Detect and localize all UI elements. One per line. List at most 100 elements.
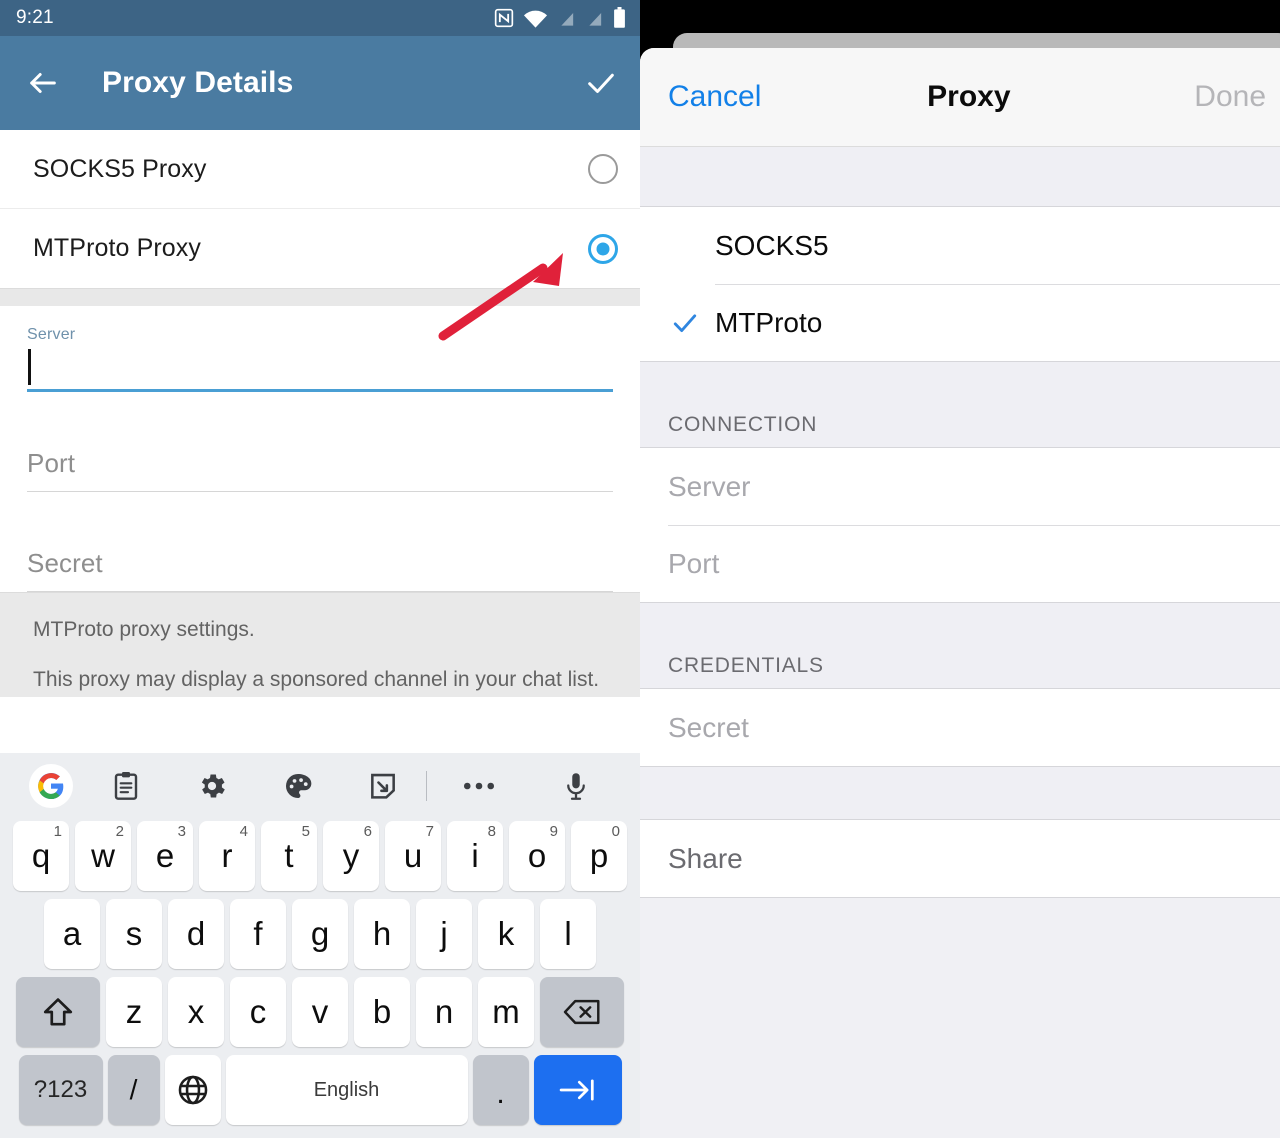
key-a[interactable]: a: [44, 899, 100, 969]
key-d[interactable]: d: [168, 899, 224, 969]
confirm-check-icon[interactable]: [584, 66, 618, 100]
key-e[interactable]: 3e: [137, 821, 193, 891]
ios-option-socks5[interactable]: SOCKS5: [640, 207, 1280, 284]
clipboard-icon[interactable]: [84, 770, 170, 802]
period-key[interactable]: .: [472, 1055, 529, 1125]
back-arrow-icon[interactable]: [26, 66, 60, 100]
key-label: r: [221, 837, 233, 874]
key-o[interactable]: 9o: [509, 821, 565, 891]
backspace-key[interactable]: [540, 977, 624, 1047]
key-j[interactable]: j: [416, 899, 472, 969]
port-placeholder: Port: [27, 448, 76, 478]
space-key[interactable]: English: [225, 1055, 468, 1125]
status-bar-icons: [494, 7, 626, 29]
option-label: SOCKS5: [715, 229, 829, 261]
key-label: t: [284, 837, 294, 874]
key-f[interactable]: f: [230, 899, 286, 969]
key-z[interactable]: z: [106, 977, 162, 1047]
keyboard-row-3: z x c v b n m: [3, 977, 637, 1047]
globe-icon: [178, 1075, 207, 1105]
credentials-section-header-area: CREDENTIALS: [640, 603, 1280, 688]
key-w[interactable]: 2w: [75, 821, 131, 891]
wifi-icon: [523, 10, 548, 28]
key-c[interactable]: c: [230, 977, 286, 1047]
key-l[interactable]: l: [540, 899, 596, 969]
cancel-button[interactable]: Cancel: [668, 80, 761, 114]
section-divider: [0, 288, 640, 306]
text-caret: [28, 349, 31, 385]
key-r[interactable]: 4r: [199, 821, 255, 891]
key-x[interactable]: x: [168, 977, 224, 1047]
check-icon: [673, 313, 697, 332]
app-bar: Proxy Details: [0, 36, 640, 130]
connection-group: Server Port: [640, 447, 1280, 603]
key-i[interactable]: 8i: [447, 821, 503, 891]
port-input[interactable]: Port: [27, 392, 613, 492]
key-g[interactable]: g: [292, 899, 348, 969]
symbols-key[interactable]: ?123: [18, 1055, 103, 1125]
key-y[interactable]: 6y: [323, 821, 379, 891]
key-q[interactable]: 1q: [13, 821, 69, 891]
key-s[interactable]: s: [106, 899, 162, 969]
proxy-help-note: MTProto proxy settings. This proxy may d…: [0, 592, 640, 697]
radio-button-mtproto[interactable]: [588, 233, 618, 264]
section-gap: [640, 147, 1280, 206]
key-label: e: [155, 837, 175, 874]
secret-placeholder: Secret: [27, 548, 103, 578]
key-number-hint: 5: [301, 823, 310, 840]
palette-icon[interactable]: [255, 770, 341, 802]
key-p[interactable]: 0p: [571, 821, 627, 891]
shift-key[interactable]: [16, 977, 100, 1047]
ios-server-input[interactable]: Server: [640, 448, 1280, 525]
option-label: MTProto: [715, 306, 823, 338]
battery-icon: [614, 7, 625, 28]
slash-key[interactable]: /: [107, 1055, 160, 1125]
key-m[interactable]: m: [478, 977, 534, 1047]
key-number-hint: 1: [53, 823, 62, 840]
key-u[interactable]: 7u: [385, 821, 441, 891]
proxy-type-option-socks5[interactable]: SOCKS5 Proxy: [0, 130, 640, 209]
key-number-hint: 9: [549, 823, 558, 840]
modal-nav-bar: Cancel Proxy Done: [640, 48, 1280, 147]
page-title: Proxy Details: [102, 66, 294, 99]
enter-key[interactable]: [533, 1055, 622, 1125]
key-number-hint: 7: [425, 823, 434, 840]
proxy-type-list: SOCKS5 Proxy MTProto Proxy: [0, 130, 640, 288]
server-field-group: Server: [27, 306, 613, 392]
key-n[interactable]: n: [416, 977, 472, 1047]
key-label: q: [31, 837, 51, 874]
ios-secret-input[interactable]: Secret: [640, 689, 1280, 766]
done-button[interactable]: Done: [1194, 80, 1266, 114]
key-b[interactable]: b: [354, 977, 410, 1047]
tab-next-icon: [559, 1079, 594, 1101]
key-t[interactable]: 5t: [261, 821, 317, 891]
proxy-type-option-mtproto[interactable]: MTProto Proxy: [0, 209, 640, 288]
ios-port-input[interactable]: Port: [640, 525, 1280, 602]
google-icon[interactable]: [18, 764, 84, 808]
note-line-2: This proxy may display a sponsored chann…: [33, 667, 600, 691]
ios-panel: Cancel Proxy Done SOCKS5 MTProto CONNECT…: [640, 0, 1280, 1138]
ios-option-mtproto[interactable]: MTProto: [640, 284, 1280, 361]
key-k[interactable]: k: [478, 899, 534, 969]
handwriting-icon[interactable]: [341, 770, 427, 802]
key-h[interactable]: h: [354, 899, 410, 969]
signal-disabled-icon: [559, 10, 574, 27]
key-v[interactable]: v: [292, 977, 348, 1047]
keyboard-row-2: a s d f g h j k l: [3, 899, 637, 969]
gear-icon[interactable]: [169, 770, 255, 802]
proxy-type-label: SOCKS5 Proxy: [33, 154, 207, 183]
key-label: i: [471, 837, 479, 874]
ios-share-row[interactable]: Share: [640, 820, 1280, 897]
more-icon[interactable]: [427, 781, 531, 791]
proxy-type-group: SOCKS5 MTProto: [640, 206, 1280, 362]
key-number-hint: 3: [177, 823, 186, 840]
keyboard-row-1: 1q 2w 3e 4r 5t 6y 7u 8i 9o 0p: [3, 821, 637, 891]
key-number-hint: 0: [611, 823, 620, 840]
language-key[interactable]: [164, 1055, 221, 1125]
microphone-icon[interactable]: [531, 770, 622, 802]
secret-input[interactable]: Secret: [27, 492, 613, 592]
radio-button-socks5[interactable]: [588, 154, 618, 184]
server-input[interactable]: [27, 344, 613, 392]
modal-title: Proxy: [927, 80, 1011, 113]
backspace-icon: [563, 999, 600, 1025]
